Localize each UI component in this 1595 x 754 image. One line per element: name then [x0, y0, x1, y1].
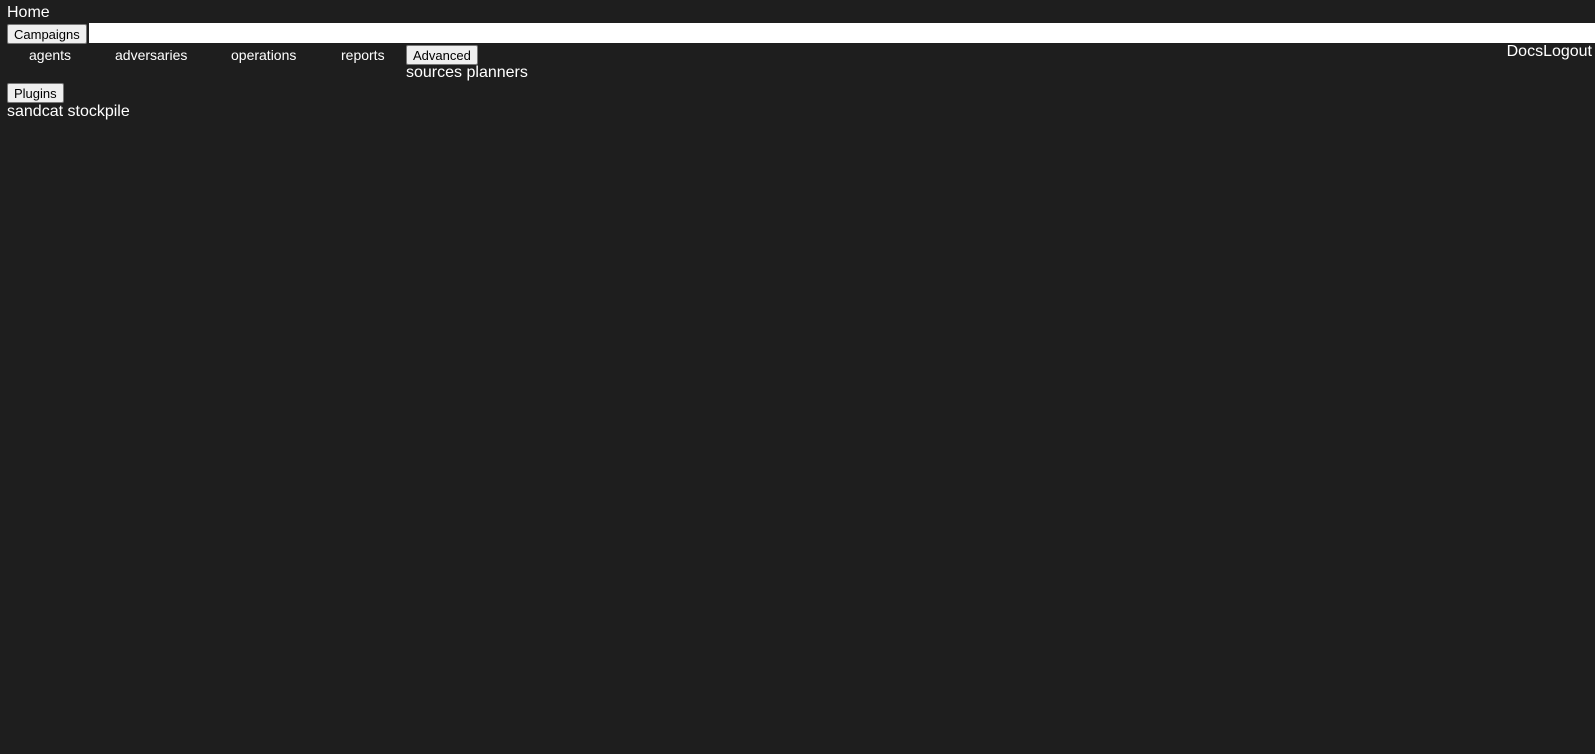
logout-link[interactable]: Logout	[1543, 43, 1592, 60]
advanced-menu: sources planners	[406, 64, 528, 82]
plugins-button[interactable]: Plugins	[7, 83, 64, 103]
nav-sandcat[interactable]: sandcat	[7, 103, 63, 120]
advanced-button[interactable]: Advanced	[406, 45, 478, 65]
nav-stockpile[interactable]: stockpile	[68, 103, 130, 120]
page: Home Campaigns agents adversaries operat…	[0, 0, 1595, 754]
nav-agents[interactable]: agents	[29, 47, 71, 63]
campaigns-button[interactable]: Campaigns	[7, 24, 87, 44]
nav-operations[interactable]: operations	[231, 47, 296, 63]
plugins-menu: sandcat stockpile	[7, 103, 130, 121]
nav-adversaries[interactable]: adversaries	[115, 47, 187, 63]
docs-link[interactable]: Docs	[1507, 43, 1543, 60]
nav-planners[interactable]: planners	[466, 64, 527, 81]
nav-reports[interactable]: reports	[341, 47, 385, 63]
top-right-links: DocsLogout	[1507, 43, 1592, 61]
nav-sources[interactable]: sources	[406, 64, 462, 81]
campaigns-dropdown-bar	[89, 23, 1595, 43]
home-link[interactable]: Home	[7, 4, 50, 22]
